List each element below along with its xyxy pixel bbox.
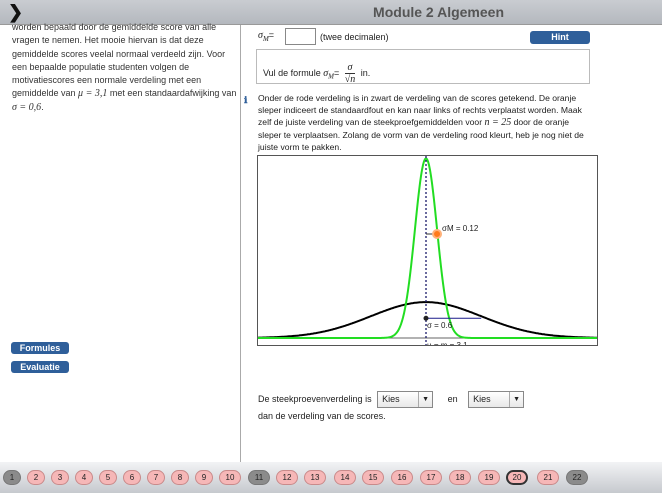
equals: =	[268, 30, 275, 40]
intro-text: worden bepaald door de gemiddelde score …	[12, 21, 237, 114]
distribution-plot: σM = 0.12 σ = 0.6 μ = m = 3.1	[257, 155, 598, 350]
formula-prefix: Vul de formule	[263, 67, 324, 78]
page-button-8[interactable]: 8	[171, 470, 189, 485]
sigma-m-label: σM = 0.12	[442, 224, 479, 233]
formules-button[interactable]: Formules	[11, 342, 69, 354]
page-button-18[interactable]: 18	[449, 470, 471, 485]
info-icon[interactable]: ℹ	[244, 95, 247, 106]
page-button-10[interactable]: 10	[219, 470, 241, 485]
page-button-21[interactable]: 21	[537, 470, 559, 485]
page-button-15[interactable]: 15	[362, 470, 384, 485]
formula-box: Vul de formule σM= σ √n in.	[256, 49, 590, 85]
plot-svg: σM = 0.12 σ = 0.6 μ = m = 3.1	[257, 156, 597, 350]
dropdown-middle: en	[447, 393, 458, 404]
intro-part: met een standaardafwijking van	[107, 88, 237, 99]
sigma-math: σ = 0,6	[12, 101, 42, 113]
formula-numerator: σ	[344, 62, 356, 74]
page-button-1[interactable]: 1	[3, 470, 21, 485]
page-button-22[interactable]: 22	[566, 470, 588, 485]
page-button-14[interactable]: 14	[334, 470, 356, 485]
sigma-m-input[interactable]	[285, 28, 316, 45]
page-button-2[interactable]: 2	[27, 470, 45, 485]
instruction-text: Onder de rode verdeling is in zwart de v…	[258, 92, 592, 156]
formula-denominator: √n	[344, 74, 356, 85]
first-select-value: Kies	[382, 394, 400, 404]
dropdown-arrow-icon: ▼	[418, 392, 432, 407]
main-panel: σM= (twee decimalen) Hint Vul de formule…	[242, 25, 662, 462]
page-button-5[interactable]: 5	[99, 470, 117, 485]
answer-label: σM=	[258, 30, 274, 43]
decimals-note: (twee decimalen)	[320, 32, 389, 42]
orange-handle[interactable]	[432, 229, 443, 239]
page-button-12[interactable]: 12	[276, 470, 298, 485]
page-button-17[interactable]: 17	[420, 470, 442, 485]
page-button-19[interactable]: 19	[478, 470, 500, 485]
page-button-9[interactable]: 9	[195, 470, 213, 485]
page-button-7[interactable]: 7	[147, 470, 165, 485]
n-math: n = 25	[484, 117, 512, 128]
chevron-right-icon[interactable]: ❯	[8, 2, 23, 23]
evaluatie-button[interactable]: Evaluatie	[11, 361, 69, 373]
sigma-point	[423, 315, 429, 321]
dropdown-arrow-icon: ▼	[509, 392, 523, 407]
page-button-16[interactable]: 16	[391, 470, 413, 485]
mu-label: μ = m = 3.1	[427, 341, 468, 345]
hint-button[interactable]: Hint	[530, 31, 590, 44]
dropdown-suffix: dan de verdeling van de scores.	[258, 411, 386, 421]
intro-part: worden bepaald door de gemiddelde score …	[12, 22, 226, 99]
sigma-label: σ = 0.6	[427, 321, 453, 330]
page-button-13[interactable]: 13	[304, 470, 326, 485]
first-select[interactable]: Kies ▼	[377, 391, 434, 408]
page-navigation: 1 2 3 4 5 6 7 8 9 10 11 12 13 14 15 16 17 18 19 20 21 22	[0, 462, 662, 493]
mu-math: μ = 3,1	[78, 88, 108, 100]
sample-mean-curve	[258, 157, 597, 339]
formula-eq: =	[333, 67, 340, 78]
page-button-20[interactable]: 20	[506, 470, 528, 485]
left-panel: worden bepaald door de gemiddelde score …	[0, 22, 241, 462]
page-button-3[interactable]: 3	[51, 470, 69, 485]
page-button-6[interactable]: 6	[123, 470, 141, 485]
page-button-4[interactable]: 4	[75, 470, 93, 485]
dropdown-prefix: De steekproevenverdeling is	[258, 393, 372, 404]
formula-suffix: in.	[358, 67, 371, 78]
intro-part: .	[41, 101, 44, 112]
page-button-11[interactable]: 11	[248, 470, 270, 485]
second-select-value: Kies	[473, 394, 491, 404]
dropdown-row: De steekproevenverdeling is Kies ▼ en Kie…	[258, 391, 525, 408]
module-title: Module 2 Algemeen	[373, 4, 504, 20]
second-select[interactable]: Kies ▼	[468, 391, 525, 408]
